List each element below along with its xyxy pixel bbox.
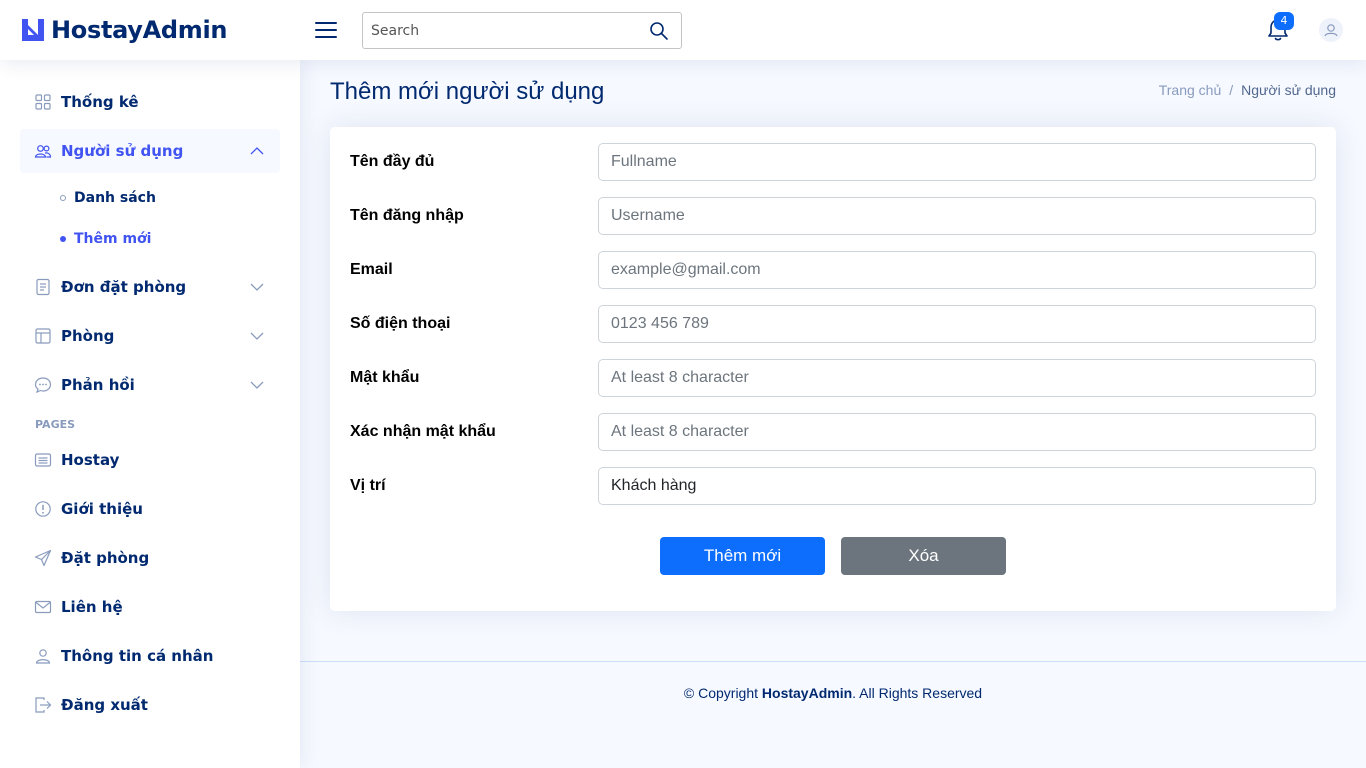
add-user-form-card: Tên đầy đủ Tên đăng nhập Email Số điện t…: [330, 127, 1336, 611]
submenu-item-add-new[interactable]: Thêm mới: [60, 229, 151, 249]
footer: © Copyright HostayAdmin. All Rights Rese…: [300, 661, 1366, 768]
info-icon: [35, 501, 51, 517]
layout-icon: [35, 328, 51, 344]
circle-icon: [60, 195, 66, 201]
sidebar-item-label: Đặt phòng: [61, 549, 150, 567]
form-row-confirm-password: Xác nhận mật khẩu: [350, 413, 1316, 451]
phone-label: Số điện thoại: [350, 315, 451, 332]
logo-text: HostayAdmin: [51, 16, 228, 44]
submenu-item-list[interactable]: Danh sách: [60, 188, 156, 208]
sidebar-item-label: Thống kê: [61, 93, 139, 111]
search-form: [362, 12, 682, 49]
people-icon: [34, 145, 52, 158]
search-icon[interactable]: [649, 21, 669, 41]
sidebar-item-label: Phản hồi: [61, 376, 135, 394]
avatar[interactable]: [1319, 18, 1343, 42]
header: HostayAdmin 4: [0, 0, 1366, 60]
password-label: Mật khẩu: [350, 369, 420, 386]
email-label: Email: [350, 261, 393, 278]
send-icon: [34, 549, 52, 567]
form-row-phone: Số điện thoại: [350, 305, 1316, 343]
sidebar-item-logout[interactable]: Đăng xuất: [20, 683, 280, 727]
password-field[interactable]: [598, 359, 1316, 397]
role-label: Vị trí: [350, 477, 386, 494]
chat-icon: [34, 377, 52, 394]
copyright-brand: HostayAdmin: [761, 685, 853, 701]
sidebar-item-rooms[interactable]: Phòng: [20, 314, 280, 358]
form-row-email: Email: [350, 251, 1316, 289]
username-field[interactable]: [598, 197, 1316, 235]
card-list-icon: [34, 453, 52, 467]
confirm-password-field[interactable]: [598, 413, 1316, 451]
email-field[interactable]: [598, 251, 1316, 289]
envelope-icon: [34, 600, 52, 614]
logo-icon: [22, 19, 44, 41]
chevron-down-icon: [250, 381, 264, 389]
breadcrumb-home[interactable]: Trang chủ: [1159, 82, 1222, 98]
nav-heading-pages: PAGES: [35, 418, 76, 431]
sidebar-item-label: Giới thiệu: [61, 500, 143, 518]
sidebar-item-label: Hostay: [61, 451, 120, 469]
sidebar-item-label: Người sử dụng: [61, 142, 184, 160]
submenu-item-label: Danh sách: [74, 190, 156, 206]
copyright: © Copyright HostayAdmin. All Rights Rese…: [300, 685, 1366, 701]
breadcrumb: Trang chủ / Người sử dụng: [1159, 82, 1336, 98]
chevron-down-icon: [250, 332, 264, 340]
sidebar-item-feedback[interactable]: Phản hồi: [20, 363, 280, 407]
sidebar-item-label: Đăng xuất: [61, 696, 148, 714]
circle-fill-icon: [60, 236, 66, 242]
search-input[interactable]: [363, 13, 643, 48]
form-row-fullname: Tên đầy đủ: [350, 143, 1316, 181]
role-field[interactable]: [598, 467, 1316, 505]
sidebar-item-hostay[interactable]: Hostay: [20, 438, 280, 482]
copyright-prefix: © Copyright: [683, 685, 762, 701]
logout-icon: [35, 697, 52, 713]
person-icon: [35, 649, 51, 664]
form-row-role: Vị trí: [350, 467, 1316, 505]
page-title: Thêm mới người sử dụng: [330, 78, 605, 105]
confirm-password-label: Xác nhận mật khẩu: [350, 423, 496, 440]
sidebar-item-users[interactable]: Người sử dụng: [20, 129, 280, 173]
sidebar-item-dashboard[interactable]: Thống kê: [20, 80, 280, 124]
form-row-username: Tên đăng nhập: [350, 197, 1316, 235]
sidebar-item-profile[interactable]: Thông tin cá nhân: [20, 634, 280, 678]
copyright-suffix: . All Rights Reserved: [852, 685, 983, 701]
breadcrumb-separator: /: [1229, 82, 1234, 98]
fullname-field[interactable]: [598, 143, 1316, 181]
chevron-up-icon: [250, 147, 264, 155]
sidebar-toggle-button[interactable]: [314, 18, 338, 42]
fullname-label: Tên đầy đủ: [350, 153, 435, 170]
chevron-down-icon: [250, 283, 264, 291]
sidebar-item-about[interactable]: Giới thiệu: [20, 487, 280, 531]
grid-icon: [35, 94, 51, 110]
breadcrumb-current: Người sử dụng: [1241, 82, 1336, 98]
phone-field[interactable]: [598, 305, 1316, 343]
sidebar-item-bookings[interactable]: Đơn đặt phòng: [20, 265, 280, 309]
sidebar-item-label: Liên hệ: [61, 598, 123, 616]
journal-icon: [36, 278, 50, 296]
sidebar-item-label: Đơn đặt phòng: [61, 278, 187, 296]
user-icon: [1324, 24, 1338, 37]
delete-button[interactable]: Xóa: [841, 537, 1006, 575]
sidebar-item-contact[interactable]: Liên hệ: [20, 585, 280, 629]
notification-badge: 4: [1274, 12, 1294, 30]
sidebar-item-label: Phòng: [61, 327, 115, 345]
logo[interactable]: HostayAdmin: [20, 14, 228, 46]
sidebar: Thống kê Người sử dụng Danh sách Thêm mớ…: [0, 60, 300, 768]
submenu-item-label: Thêm mới: [74, 231, 152, 247]
add-new-button[interactable]: Thêm mới: [660, 537, 825, 575]
sidebar-item-label: Thông tin cá nhân: [61, 647, 214, 665]
sidebar-item-booking[interactable]: Đặt phòng: [20, 536, 280, 580]
form-row-password: Mật khẩu: [350, 359, 1316, 397]
username-label: Tên đăng nhập: [350, 207, 464, 224]
